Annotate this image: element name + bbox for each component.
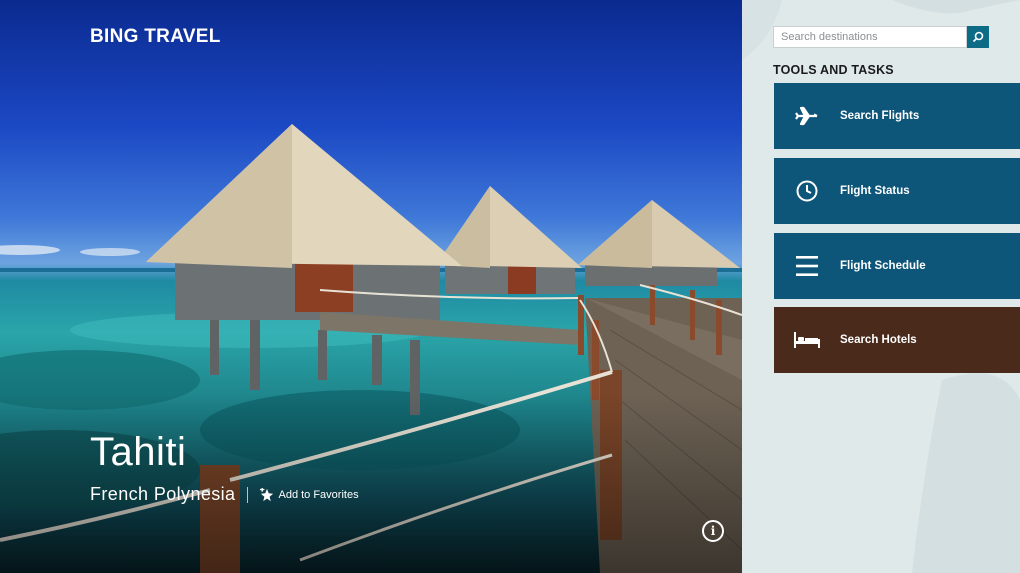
search-icon (972, 31, 984, 43)
destination-info-row: French Polynesia Add to Favorites (90, 484, 359, 505)
add-to-favorites-button[interactable]: Add to Favorites (260, 487, 359, 502)
search-flights-tile[interactable]: Search Flights (774, 83, 1020, 149)
tools-heading: TOOLS AND TASKS (773, 63, 894, 77)
destination-name: Tahiti (90, 430, 187, 474)
flight-schedule-tile[interactable]: Flight Schedule (774, 233, 1020, 299)
tools-panel: TOOLS AND TASKS Search Flights Flight St… (742, 0, 1020, 573)
app-title: BING TRAVEL (90, 26, 221, 47)
info-icon[interactable]: i (702, 520, 724, 542)
bed-icon (794, 332, 820, 348)
star-plus-icon (260, 487, 274, 501)
search-flights-label: Search Flights (840, 110, 920, 122)
search-hotels-tile[interactable]: Search Hotels (774, 307, 1020, 373)
list-icon (796, 256, 818, 276)
search-button[interactable] (967, 26, 989, 48)
clock-icon (796, 180, 818, 202)
image-shade (0, 393, 742, 573)
add-to-favorites-label: Add to Favorites (278, 488, 359, 501)
destination-region: French Polynesia (90, 484, 236, 504)
airplane-icon (795, 106, 818, 126)
search-box (773, 26, 989, 48)
flight-schedule-label: Flight Schedule (840, 260, 926, 272)
divider (247, 486, 249, 503)
flight-status-tile[interactable]: Flight Status (774, 158, 1020, 224)
search-input[interactable] (773, 26, 967, 48)
flight-status-label: Flight Status (840, 185, 910, 197)
search-hotels-label: Search Hotels (840, 334, 917, 346)
